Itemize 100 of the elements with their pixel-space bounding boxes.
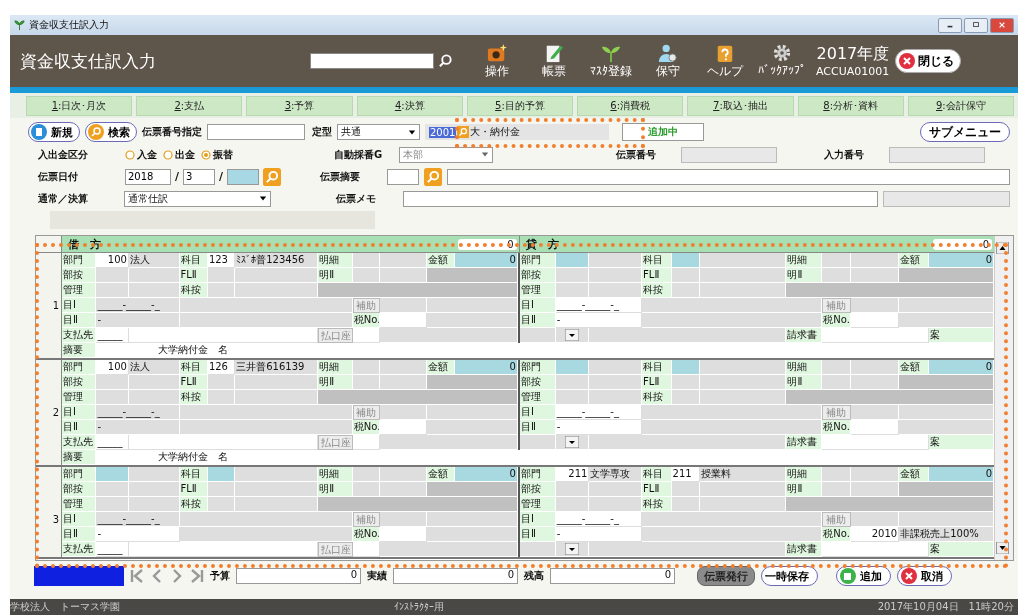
field-label: 部按 [519, 268, 556, 283]
input-cell[interactable] [822, 435, 929, 450]
input-cell[interactable]: _____ [96, 542, 129, 557]
toolbar-button[interactable]: 操作 [468, 42, 525, 80]
toolbar-button[interactable]: 保守 [639, 42, 696, 80]
input-cell[interactable]: 211 [671, 467, 701, 482]
voucher-number-field[interactable] [207, 124, 305, 140]
toolbar-button[interactable]: ヘルプ [696, 42, 753, 80]
table-cell [128, 467, 180, 482]
group-dropdown[interactable]: 本部 [399, 146, 493, 163]
toolbar-button[interactable]: ﾊﾞｯｸｱｯﾌﾟ [753, 42, 810, 80]
input-cell[interactable] [850, 313, 900, 328]
search-icon[interactable] [438, 53, 453, 69]
field-label: 明Ⅱ [786, 482, 823, 497]
next-icon[interactable] [170, 568, 184, 584]
input-cell[interactable]: _____-_____-_ [555, 512, 643, 527]
input-cell[interactable]: _____ [96, 328, 129, 343]
close-button[interactable] [990, 17, 1014, 33]
input-cell[interactable] [128, 435, 319, 450]
month-field[interactable]: 3 [183, 168, 216, 185]
menu-tab[interactable]: 6:消費税 [577, 96, 684, 116]
field-label: 科按 [179, 283, 208, 298]
first-page-icon[interactable] [130, 568, 144, 584]
template-dropdown[interactable]: 共通 [337, 124, 420, 140]
input-cell[interactable]: - [555, 313, 643, 328]
day-field[interactable] [227, 168, 260, 185]
template-code[interactable]: 2001 [429, 126, 457, 138]
new-button[interactable]: 新規 [28, 122, 80, 142]
input-cell[interactable]: 100 [96, 253, 129, 268]
input-cell[interactable] [380, 527, 427, 542]
input-cell[interactable]: _____-_____-_ [555, 405, 643, 420]
hold-button[interactable]: 一時保存 [761, 566, 818, 586]
field-label: 入出金区分 [37, 147, 89, 162]
submenu-button[interactable]: サブメニュー [920, 122, 1010, 142]
menu-tab[interactable]: 1:日次･月次 [26, 96, 133, 116]
year-field[interactable]: 2018 [125, 168, 171, 185]
type-dropdown[interactable]: 通常仕訳 [124, 190, 272, 207]
scrollbar[interactable] [994, 236, 1013, 560]
date-time: 2017年10月04日 11時20分 [877, 600, 1014, 614]
input-cell[interactable] [352, 435, 381, 450]
menu-tab[interactable]: 4:決算 [356, 96, 463, 116]
input-cell[interactable]: 126 [207, 360, 236, 375]
summary-code-field[interactable] [387, 168, 419, 185]
menu-tab[interactable]: 9:会計保守 [907, 96, 1014, 116]
field-label: 税No. [822, 313, 851, 328]
cancel-button[interactable]: 取消 [897, 566, 952, 586]
input-cell[interactable]: 211 [555, 467, 590, 482]
input-cell[interactable]: _____ [96, 435, 129, 450]
table-cell [207, 375, 236, 390]
menu-tab[interactable]: 8:分析･資料 [797, 96, 904, 116]
input-cell[interactable]: 123 [207, 253, 236, 268]
table-cell [207, 482, 236, 497]
input-cell[interactable] [128, 542, 319, 557]
input-cell[interactable] [822, 542, 929, 557]
field-label: 伝票番号指定 [142, 125, 202, 139]
input-cell[interactable]: 100 [96, 360, 129, 375]
maximize-button[interactable] [964, 17, 988, 33]
input-cell[interactable]: - [555, 527, 643, 542]
field-label: 自動採番G [334, 147, 384, 162]
field-label: 目Ⅱ [62, 527, 97, 542]
field-label: 管理 [519, 497, 556, 512]
input-cell[interactable]: _____-_____-_ [555, 298, 643, 313]
input-cell[interactable] [380, 420, 427, 435]
balance-value: 0 [550, 568, 675, 584]
input-cell[interactable] [822, 328, 929, 343]
issue-button[interactable]: 伝票発行 [697, 566, 755, 586]
table-cell: 非課税売上100% [899, 527, 994, 542]
menu-tab[interactable]: 2:支払 [136, 96, 243, 116]
input-cell[interactable]: - [555, 420, 643, 435]
toolbar-button[interactable]: ﾏｽﾀ登録 [582, 42, 639, 80]
field-label: 案 [928, 542, 994, 557]
input-cell[interactable]: 2010 [850, 527, 900, 542]
toolbar-button[interactable]: 帳票 [525, 42, 582, 80]
dropdown-arrow-icon[interactable] [565, 543, 580, 555]
status-badge: 追加中 [622, 123, 704, 141]
input-cell[interactable]: - [96, 527, 180, 542]
radio-option[interactable]: 出金 [163, 147, 195, 162]
dropdown-arrow-icon[interactable] [565, 329, 580, 341]
search-button[interactable]: 検索 [85, 122, 137, 142]
actual-value: 0 [393, 568, 518, 584]
menu-tab[interactable]: 7:取込･抽出 [687, 96, 794, 116]
radio-option[interactable]: 振替 [201, 147, 233, 162]
close-icon [899, 53, 916, 69]
search-field[interactable] [310, 53, 434, 69]
table-cell: 法人 [128, 360, 180, 375]
input-cell[interactable] [850, 420, 900, 435]
input-cell[interactable] [352, 328, 381, 343]
radio-option[interactable]: 入金 [125, 147, 157, 162]
menu-tab[interactable]: 5:目的予算 [466, 96, 574, 116]
previous-icon[interactable] [150, 568, 164, 584]
menu-tab[interactable]: 3:予算 [246, 96, 353, 116]
input-cell[interactable] [380, 313, 427, 328]
input-cell[interactable] [128, 328, 319, 343]
memo-field[interactable] [403, 190, 878, 207]
last-page-icon[interactable] [190, 568, 204, 584]
summary-field[interactable] [447, 168, 1010, 185]
add-button[interactable]: 追加 [836, 566, 891, 586]
close-screen-button[interactable]: 閉じる [895, 49, 962, 73]
input-cell[interactable] [352, 542, 381, 557]
dropdown-arrow-icon[interactable] [565, 436, 580, 448]
